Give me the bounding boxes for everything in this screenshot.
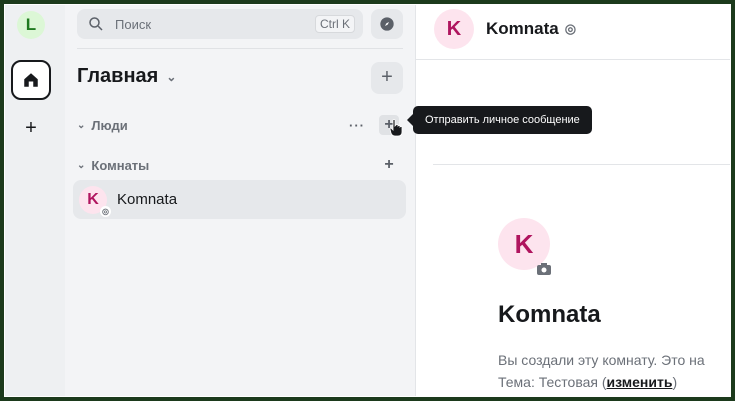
compass-icon (380, 17, 394, 31)
edit-topic-link[interactable]: изменить (607, 374, 673, 390)
hand-cursor-icon (389, 119, 403, 137)
room-list-item[interactable]: K ◎ Komnata (73, 180, 406, 219)
tooltip: Отправить личное сообщение (407, 106, 592, 134)
app-window: L + Поиск Ctrl K Главная ⌄ + ⌄ Люди ··· (4, 4, 731, 397)
globe-icon: ◎ (564, 21, 577, 36)
home-title: Главная (77, 65, 159, 87)
room-intro-description: Вы создали эту комнату. Это на (498, 352, 705, 368)
topic-prefix: Тема: Тестовая ( (498, 374, 607, 390)
plus-icon: + (381, 66, 393, 88)
timeline-divider (433, 164, 730, 165)
room-topic: Тема: Тестовая (изменить) (498, 371, 705, 393)
search-placeholder: Поиск (115, 16, 152, 32)
home-icon (24, 73, 38, 87)
create-space-button[interactable]: + (21, 118, 41, 138)
section-people[interactable]: ⌄ Люди ··· + (77, 115, 403, 135)
header-divider (416, 59, 730, 60)
room-view: K Komnata ◎ K Komnata Вы создали эту ком… (416, 5, 730, 396)
topic-suffix: ) (672, 374, 678, 390)
room-list-panel: Поиск Ctrl K Главная ⌄ + ⌄ Люди ··· + ⌄ … (65, 5, 416, 396)
divider (77, 48, 403, 49)
chevron-down-icon: ⌄ (166, 69, 177, 84)
room-header-title: Komnata (486, 19, 559, 38)
search-icon (89, 17, 103, 31)
home-space-button[interactable] (11, 60, 51, 100)
room-header-name[interactable]: Komnata ◎ (486, 19, 576, 39)
search-shortcut: Ctrl K (315, 15, 355, 33)
room-name: Komnata (117, 191, 178, 208)
room-intro-text: Вы создали эту комнату. Это на Тема: Тес… (498, 349, 705, 393)
camera-icon[interactable] (537, 263, 551, 275)
user-avatar[interactable]: L (17, 11, 45, 39)
room-header-avatar[interactable]: K (434, 9, 474, 49)
chevron-down-icon: ⌄ (77, 119, 86, 131)
explore-rooms-button[interactable] (371, 9, 403, 39)
room-avatar-initial: K (87, 190, 99, 208)
room-avatar: K ◎ (79, 185, 111, 217)
space-bar: L + (5, 5, 65, 396)
section-label: Комнаты (91, 157, 150, 173)
add-room-button[interactable]: + (371, 62, 403, 94)
more-options-icon[interactable]: ··· (349, 118, 365, 133)
plus-icon: + (25, 117, 37, 139)
search-bar[interactable]: Поиск Ctrl K (77, 9, 363, 39)
home-menu[interactable]: Главная ⌄ (77, 65, 176, 88)
globe-icon: ◎ (100, 205, 111, 217)
section-rooms[interactable]: ⌄ Комнаты + (77, 155, 403, 175)
room-intro-title: Komnata (498, 301, 601, 328)
chevron-down-icon: ⌄ (77, 159, 86, 171)
add-room-in-section-button[interactable]: + (379, 155, 399, 175)
